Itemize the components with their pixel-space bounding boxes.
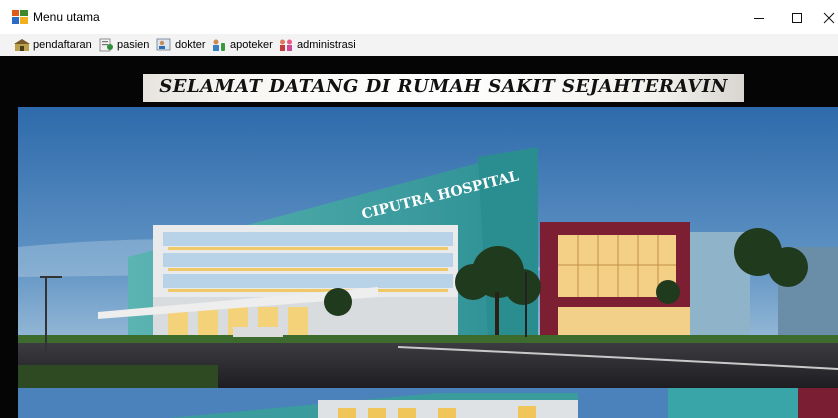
close-icon	[823, 12, 835, 24]
doctor-icon	[156, 38, 171, 51]
menu-item-label: apoteker	[230, 39, 273, 51]
close-button[interactable]	[814, 8, 838, 30]
window-title: Menu utama	[33, 10, 100, 24]
patient-icon	[99, 38, 113, 52]
menu-item-label: pasien	[117, 39, 150, 51]
maximize-icon	[792, 13, 802, 23]
administration-icon	[280, 39, 292, 51]
hospital-photo: CIPUTRA HOSPITAL	[18, 107, 838, 388]
menu-bar: pendaftaran pasien dokter apoteker admin…	[0, 34, 838, 56]
minimize-button[interactable]	[744, 8, 774, 30]
menu-item-pasien[interactable]: pasien	[98, 37, 149, 53]
menu-item-label: administrasi	[297, 39, 356, 51]
menu-item-label: pendaftaran	[33, 39, 92, 51]
main-window: Menu utama pendaftaran pasien dokter apo…	[0, 0, 838, 418]
main-content: SELAMAT DATANG DI RUMAH SAKIT SEJAHTERAV…	[0, 56, 838, 418]
hospital-photo-second	[18, 388, 838, 418]
pharmacist-icon	[213, 39, 225, 51]
app-icon	[12, 10, 28, 24]
menu-item-pendaftaran[interactable]: pendaftaran	[14, 37, 92, 53]
minimize-icon	[754, 18, 764, 19]
title-bar[interactable]: Menu utama	[0, 0, 838, 34]
welcome-banner: SELAMAT DATANG DI RUMAH SAKIT SEJAHTERAV…	[143, 74, 744, 102]
menu-item-label: dokter	[175, 39, 206, 51]
menu-item-apoteker[interactable]: apoteker	[211, 37, 273, 53]
menu-item-administrasi[interactable]: administrasi	[278, 37, 356, 53]
registration-icon	[14, 39, 30, 51]
welcome-text: SELAMAT DATANG DI RUMAH SAKIT SEJAHTERAV…	[159, 76, 728, 97]
menu-item-dokter[interactable]: dokter	[156, 37, 206, 53]
maximize-button[interactable]	[782, 8, 812, 30]
